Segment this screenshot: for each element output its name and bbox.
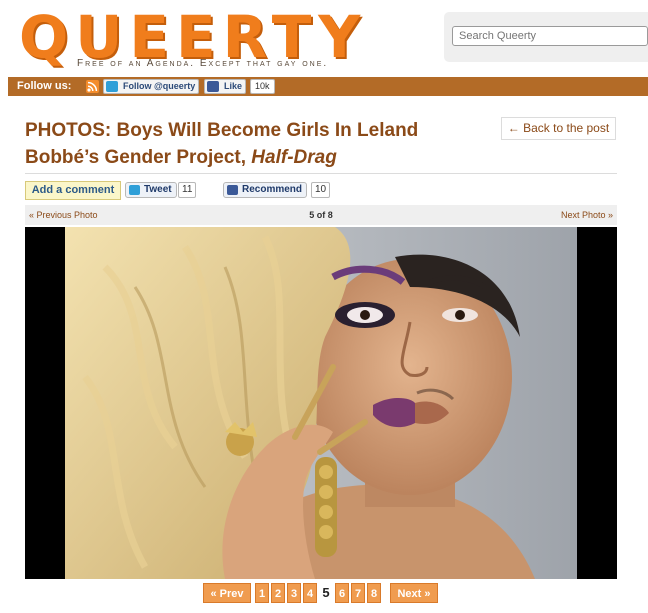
facebook-like-count: 10k [250,79,275,94]
follow-label: Follow us: [17,80,72,92]
title-main: PHOTOS: Boys Will Become Girls In Leland… [25,120,419,168]
site-logo[interactable]: QUEERTY Free of an Agenda. Except that g… [19,3,423,71]
recommend-count: 10 [311,182,331,198]
facebook-like-label: Like [224,81,243,91]
site-tagline: Free of an Agenda. Except that gay one. [77,58,329,69]
recommend-label: Recommend [242,184,303,195]
facebook-icon [227,185,238,195]
back-to-post-button[interactable]: ← Back to the post [501,117,616,140]
next-photo-link[interactable]: Next Photo » [561,210,613,220]
pagination-next-button[interactable]: Next » [390,583,438,603]
tweet-count: 11 [178,182,197,198]
previous-photo-link[interactable]: « Previous Photo [29,210,98,220]
page-7-button[interactable]: 7 [351,583,365,603]
photo-counter: 5 of 8 [309,210,333,220]
page-8-button[interactable]: 8 [367,583,381,603]
page-1-button[interactable]: 1 [255,583,269,603]
page-5-current: 5 [319,583,333,603]
gallery-photo[interactable] [65,227,577,579]
divider [25,173,617,174]
add-comment-button[interactable]: Add a comment [25,181,121,200]
twitter-follow-button[interactable]: Follow @queerty [103,79,200,94]
follow-bar: Follow us: Follow @queerty Like 10k [8,77,648,96]
page-2-button[interactable]: 2 [271,583,285,603]
page-6-button[interactable]: 6 [335,583,349,603]
logo-text: QUEERTY [19,3,368,71]
article-title: PHOTOS: Boys Will Become Girls In Leland… [25,117,495,171]
twitter-bird-icon [106,81,118,92]
rss-icon[interactable] [86,80,99,93]
photo-frame [25,227,617,579]
search-box [444,12,648,62]
page-4-button[interactable]: 4 [303,583,317,603]
recommend-button[interactable]: Recommend [223,182,308,198]
twitter-follow-label: Follow @queerty [123,81,196,91]
tweet-label: Tweet [144,184,172,195]
title-emphasis: Half-Drag [251,147,337,168]
search-input[interactable] [452,26,648,46]
page-3-button[interactable]: 3 [287,583,301,603]
pagination-prev-button[interactable]: « Prev [203,583,251,603]
photo-nav-bar: 5 of 8 « Previous Photo Next Photo » [25,205,617,225]
facebook-like-button[interactable]: Like [204,79,247,94]
tweet-button[interactable]: Tweet [125,182,177,198]
twitter-bird-icon [129,185,140,195]
facebook-icon [207,81,219,92]
